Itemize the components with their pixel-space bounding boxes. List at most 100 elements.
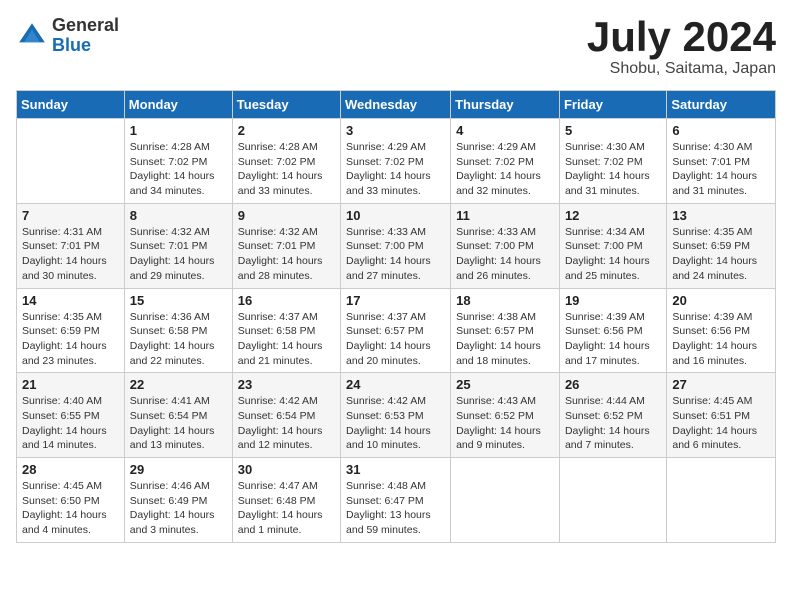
day-of-week-header: Friday bbox=[559, 91, 666, 119]
day-info: Sunrise: 4:42 AM Sunset: 6:54 PM Dayligh… bbox=[238, 394, 335, 453]
day-info: Sunrise: 4:45 AM Sunset: 6:51 PM Dayligh… bbox=[672, 394, 770, 453]
day-info: Sunrise: 4:46 AM Sunset: 6:49 PM Dayligh… bbox=[130, 479, 227, 538]
day-info: Sunrise: 4:42 AM Sunset: 6:53 PM Dayligh… bbox=[346, 394, 445, 453]
calendar-cell: 15 Sunrise: 4:36 AM Sunset: 6:58 PM Dayli… bbox=[124, 288, 232, 373]
calendar-cell: 17Sunrise: 4:37 AM Sunset: 6:57 PM Dayli… bbox=[341, 288, 451, 373]
calendar-cell: 30Sunrise: 4:47 AM Sunset: 6:48 PM Dayli… bbox=[232, 458, 340, 543]
calendar-cell bbox=[451, 458, 560, 543]
day-info: Sunrise: 4:35 AM Sunset: 6:59 PM Dayligh… bbox=[672, 225, 770, 284]
calendar-week-row: 14Sunrise: 4:35 AM Sunset: 6:59 PM Dayli… bbox=[17, 288, 776, 373]
calendar-cell: 14Sunrise: 4:35 AM Sunset: 6:59 PM Dayli… bbox=[17, 288, 125, 373]
calendar-cell: 25Sunrise: 4:43 AM Sunset: 6:52 PM Dayli… bbox=[451, 373, 560, 458]
location: Shobu, Saitama, Japan bbox=[587, 60, 776, 78]
day-info: Sunrise: 4:35 AM Sunset: 6:59 PM Dayligh… bbox=[22, 310, 119, 369]
logo: General Blue bbox=[16, 16, 119, 56]
day-number: 18 bbox=[456, 293, 554, 308]
day-info: Sunrise: 4:43 AM Sunset: 6:52 PM Dayligh… bbox=[456, 394, 554, 453]
calendar-week-row: 21 Sunrise: 4:40 AM Sunset: 6:55 PM Dayli… bbox=[17, 373, 776, 458]
calendar-cell: 11 Sunrise: 4:33 AM Sunset: 7:00 PM Dayli… bbox=[451, 203, 560, 288]
day-number: 10 bbox=[346, 208, 445, 223]
calendar-cell: 18 Sunrise: 4:38 AM Sunset: 6:57 PM Dayli… bbox=[451, 288, 560, 373]
day-number: 11 bbox=[456, 208, 554, 223]
day-of-week-header: Monday bbox=[124, 91, 232, 119]
day-info: Sunrise: 4:29 AM Sunset: 7:02 PM Dayligh… bbox=[456, 140, 554, 199]
day-info: Sunrise: 4:40 AM Sunset: 6:55 PM Dayligh… bbox=[22, 394, 119, 453]
day-info: Sunrise: 4:30 AM Sunset: 7:01 PM Dayligh… bbox=[672, 140, 770, 199]
calendar-cell: 23 Sunrise: 4:42 AM Sunset: 6:54 PM Dayli… bbox=[232, 373, 340, 458]
calendar-header-row: SundayMondayTuesdayWednesdayThursdayFrid… bbox=[17, 91, 776, 119]
day-info: Sunrise: 4:38 AM Sunset: 6:57 PM Dayligh… bbox=[456, 310, 554, 369]
calendar-cell: 5 Sunrise: 4:30 AM Sunset: 7:02 PM Daylig… bbox=[559, 119, 666, 204]
day-of-week-header: Tuesday bbox=[232, 91, 340, 119]
day-number: 29 bbox=[130, 462, 227, 477]
day-info: Sunrise: 4:31 AM Sunset: 7:01 PM Dayligh… bbox=[22, 225, 119, 284]
logo-icon bbox=[16, 20, 48, 52]
day-number: 9 bbox=[238, 208, 335, 223]
calendar-cell: 31 Sunrise: 4:48 AM Sunset: 6:47 PM Dayli… bbox=[341, 458, 451, 543]
day-number: 13 bbox=[672, 208, 770, 223]
calendar-cell: 20 Sunrise: 4:39 AM Sunset: 6:56 PM Dayli… bbox=[667, 288, 776, 373]
calendar-cell: 4 Sunrise: 4:29 AM Sunset: 7:02 PM Daylig… bbox=[451, 119, 560, 204]
title-block: July 2024 Shobu, Saitama, Japan bbox=[587, 16, 776, 78]
calendar-table: SundayMondayTuesdayWednesdayThursdayFrid… bbox=[16, 90, 776, 543]
day-number: 30 bbox=[238, 462, 335, 477]
calendar-cell: 6 Sunrise: 4:30 AM Sunset: 7:01 PM Daylig… bbox=[667, 119, 776, 204]
calendar-cell bbox=[559, 458, 666, 543]
day-number: 19 bbox=[565, 293, 661, 308]
day-info: Sunrise: 4:34 AM Sunset: 7:00 PM Dayligh… bbox=[565, 225, 661, 284]
day-number: 21 bbox=[22, 377, 119, 392]
day-of-week-header: Sunday bbox=[17, 91, 125, 119]
day-number: 24 bbox=[346, 377, 445, 392]
day-number: 20 bbox=[672, 293, 770, 308]
calendar-cell bbox=[17, 119, 125, 204]
calendar-week-row: 7 Sunrise: 4:31 AM Sunset: 7:01 PM Daylig… bbox=[17, 203, 776, 288]
day-info: Sunrise: 4:33 AM Sunset: 7:00 PM Dayligh… bbox=[346, 225, 445, 284]
month-title: July 2024 bbox=[587, 16, 776, 58]
calendar-cell: 13 Sunrise: 4:35 AM Sunset: 6:59 PM Dayli… bbox=[667, 203, 776, 288]
day-number: 3 bbox=[346, 123, 445, 138]
day-info: Sunrise: 4:36 AM Sunset: 6:58 PM Dayligh… bbox=[130, 310, 227, 369]
day-info: Sunrise: 4:41 AM Sunset: 6:54 PM Dayligh… bbox=[130, 394, 227, 453]
day-of-week-header: Saturday bbox=[667, 91, 776, 119]
calendar-week-row: 1Sunrise: 4:28 AM Sunset: 7:02 PM Daylig… bbox=[17, 119, 776, 204]
logo-blue: Blue bbox=[52, 36, 119, 56]
calendar-cell bbox=[667, 458, 776, 543]
day-number: 7 bbox=[22, 208, 119, 223]
day-info: Sunrise: 4:37 AM Sunset: 6:57 PM Dayligh… bbox=[346, 310, 445, 369]
logo-text: General Blue bbox=[52, 16, 119, 56]
day-info: Sunrise: 4:44 AM Sunset: 6:52 PM Dayligh… bbox=[565, 394, 661, 453]
day-number: 5 bbox=[565, 123, 661, 138]
day-number: 16 bbox=[238, 293, 335, 308]
day-info: Sunrise: 4:39 AM Sunset: 6:56 PM Dayligh… bbox=[565, 310, 661, 369]
calendar-cell: 9Sunrise: 4:32 AM Sunset: 7:01 PM Daylig… bbox=[232, 203, 340, 288]
day-number: 28 bbox=[22, 462, 119, 477]
day-number: 22 bbox=[130, 377, 227, 392]
calendar-cell: 21 Sunrise: 4:40 AM Sunset: 6:55 PM Dayli… bbox=[17, 373, 125, 458]
day-info: Sunrise: 4:29 AM Sunset: 7:02 PM Dayligh… bbox=[346, 140, 445, 199]
day-info: Sunrise: 4:39 AM Sunset: 6:56 PM Dayligh… bbox=[672, 310, 770, 369]
day-info: Sunrise: 4:33 AM Sunset: 7:00 PM Dayligh… bbox=[456, 225, 554, 284]
day-info: Sunrise: 4:30 AM Sunset: 7:02 PM Dayligh… bbox=[565, 140, 661, 199]
page-header: General Blue July 2024 Shobu, Saitama, J… bbox=[16, 16, 776, 78]
day-number: 31 bbox=[346, 462, 445, 477]
day-number: 26 bbox=[565, 377, 661, 392]
day-info: Sunrise: 4:28 AM Sunset: 7:02 PM Dayligh… bbox=[238, 140, 335, 199]
day-number: 4 bbox=[456, 123, 554, 138]
day-info: Sunrise: 4:37 AM Sunset: 6:58 PM Dayligh… bbox=[238, 310, 335, 369]
day-info: Sunrise: 4:32 AM Sunset: 7:01 PM Dayligh… bbox=[130, 225, 227, 284]
calendar-cell: 2Sunrise: 4:28 AM Sunset: 7:02 PM Daylig… bbox=[232, 119, 340, 204]
day-info: Sunrise: 4:48 AM Sunset: 6:47 PM Dayligh… bbox=[346, 479, 445, 538]
calendar-cell: 29 Sunrise: 4:46 AM Sunset: 6:49 PM Dayli… bbox=[124, 458, 232, 543]
calendar-cell: 1Sunrise: 4:28 AM Sunset: 7:02 PM Daylig… bbox=[124, 119, 232, 204]
calendar-cell: 19 Sunrise: 4:39 AM Sunset: 6:56 PM Dayli… bbox=[559, 288, 666, 373]
day-number: 6 bbox=[672, 123, 770, 138]
calendar-cell: 27Sunrise: 4:45 AM Sunset: 6:51 PM Dayli… bbox=[667, 373, 776, 458]
logo-general: General bbox=[52, 16, 119, 36]
day-number: 23 bbox=[238, 377, 335, 392]
day-number: 12 bbox=[565, 208, 661, 223]
calendar-week-row: 28Sunrise: 4:45 AM Sunset: 6:50 PM Dayli… bbox=[17, 458, 776, 543]
calendar-cell: 10 Sunrise: 4:33 AM Sunset: 7:00 PM Dayli… bbox=[341, 203, 451, 288]
day-number: 8 bbox=[130, 208, 227, 223]
day-number: 15 bbox=[130, 293, 227, 308]
calendar-cell: 8 Sunrise: 4:32 AM Sunset: 7:01 PM Daylig… bbox=[124, 203, 232, 288]
